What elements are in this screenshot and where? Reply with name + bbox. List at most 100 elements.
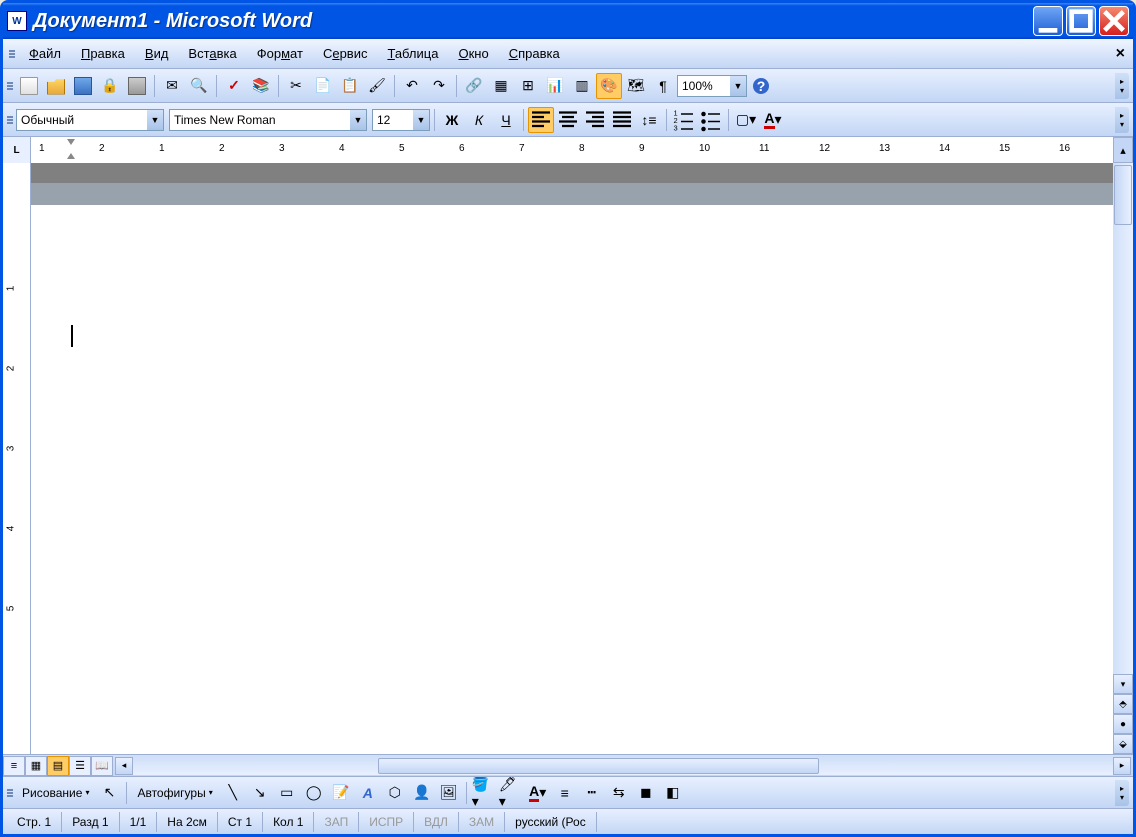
bold-button[interactable]: Ж	[439, 107, 465, 133]
scroll-left-button[interactable]: ◂	[115, 757, 133, 775]
toolbar-overflow-button[interactable]: ▸▾	[1115, 780, 1129, 806]
save-button[interactable]	[70, 73, 96, 99]
drawing-toggle-button[interactable]: 🎨	[596, 73, 622, 99]
previous-page-button[interactable]: ⬘	[1113, 694, 1133, 714]
status-ovr[interactable]: ЗАМ	[459, 812, 505, 832]
menu-tools[interactable]: Сервис	[313, 43, 378, 64]
insert-table-button[interactable]: ⊞	[515, 73, 541, 99]
scroll-down-button[interactable]: ▾	[1113, 674, 1133, 694]
print-layout-view-button[interactable]: ▤	[47, 756, 69, 776]
vscroll-thumb[interactable]	[1114, 165, 1132, 225]
clipart-button[interactable]: 👤	[409, 780, 435, 806]
toolbar-overflow-button[interactable]: ▸▾	[1115, 107, 1129, 133]
status-ext[interactable]: ВДЛ	[414, 812, 459, 832]
status-page[interactable]: Стр. 1	[7, 812, 62, 832]
zoom-input[interactable]	[678, 76, 730, 96]
underline-button[interactable]: Ч	[493, 107, 519, 133]
toolbar-overflow-button[interactable]: ▸▾	[1115, 73, 1129, 99]
arrow-style-button[interactable]: ⇆	[606, 780, 632, 806]
redo-button[interactable]: ↷	[426, 73, 452, 99]
fontsize-dropdown[interactable]: ▼	[372, 109, 430, 131]
copy-button[interactable]: 📄	[310, 73, 336, 99]
permission-button[interactable]: 🔒	[97, 73, 123, 99]
vscroll-track[interactable]	[1113, 227, 1133, 674]
menu-edit[interactable]: Правка	[71, 43, 135, 64]
chevron-down-icon[interactable]: ▼	[147, 110, 163, 130]
document-page[interactable]	[31, 183, 1113, 754]
menu-table[interactable]: Таблица	[377, 43, 448, 64]
print-button[interactable]	[124, 73, 150, 99]
outline-view-button[interactable]: ☰	[69, 756, 91, 776]
scroll-up-button[interactable]: ▴	[1113, 137, 1133, 163]
cut-button[interactable]: ✂	[283, 73, 309, 99]
normal-view-button[interactable]: ≡	[3, 756, 25, 776]
fontsize-input[interactable]	[373, 110, 413, 130]
line-tool-button[interactable]: ╲	[220, 780, 246, 806]
close-button[interactable]	[1099, 6, 1129, 36]
menu-view[interactable]: Вид	[135, 43, 179, 64]
titlebar[interactable]: W Документ1 - Microsoft Word	[3, 3, 1133, 39]
font-dropdown[interactable]: ▼	[169, 109, 367, 131]
paste-button[interactable]: 📋	[337, 73, 363, 99]
align-right-button[interactable]	[582, 107, 608, 133]
align-center-button[interactable]	[555, 107, 581, 133]
insert-excel-button[interactable]: 📊	[542, 73, 568, 99]
align-left-button[interactable]	[528, 107, 554, 133]
insert-picture-button[interactable]: 🖼	[436, 780, 462, 806]
dash-style-button[interactable]: ┅	[579, 780, 605, 806]
oval-tool-button[interactable]: ◯	[301, 780, 327, 806]
font-color-button[interactable]: A▾	[760, 107, 786, 133]
menu-format[interactable]: Формат	[247, 43, 313, 64]
next-page-button[interactable]: ⬙	[1113, 734, 1133, 754]
spellcheck-button[interactable]: ✓	[221, 73, 247, 99]
draw-menu-button[interactable]: Рисование▾	[16, 780, 95, 806]
doc-close-button[interactable]: ×	[1116, 45, 1125, 63]
select-browse-object-button[interactable]: ●	[1113, 714, 1133, 734]
open-button[interactable]	[43, 73, 69, 99]
hyperlink-button[interactable]: 🔗	[461, 73, 487, 99]
new-doc-button[interactable]	[16, 73, 42, 99]
email-button[interactable]: ✉	[159, 73, 185, 99]
wordart-button[interactable]: A	[355, 780, 381, 806]
line-style-button[interactable]: ≡	[552, 780, 578, 806]
diagram-button[interactable]: ⬡	[382, 780, 408, 806]
ruler-horizontal[interactable]: 121234567891011121314151617	[31, 137, 1113, 163]
italic-button[interactable]: К	[466, 107, 492, 133]
menu-help[interactable]: Справка	[499, 43, 570, 64]
research-button[interactable]: 📚	[248, 73, 274, 99]
maximize-button[interactable]	[1066, 6, 1096, 36]
show-formatting-button[interactable]: ¶	[650, 73, 676, 99]
tab-selector-button[interactable]: L	[3, 137, 31, 163]
document-viewport[interactable]	[31, 163, 1113, 754]
menu-file[interactable]: Файл	[19, 43, 71, 64]
toolbar-grip-icon[interactable]	[7, 74, 13, 98]
outside-border-button[interactable]: ▢▾	[733, 107, 759, 133]
textbox-button[interactable]: 📝	[328, 780, 354, 806]
web-layout-view-button[interactable]: ▦	[25, 756, 47, 776]
reading-layout-view-button[interactable]: 📖	[91, 756, 113, 776]
menubar-grip-icon[interactable]	[9, 44, 15, 64]
status-language[interactable]: русский (Рос	[505, 812, 597, 832]
fill-color-button[interactable]: 🪣▾	[471, 780, 497, 806]
status-trk[interactable]: ИСПР	[359, 812, 414, 832]
rectangle-tool-button[interactable]: ▭	[274, 780, 300, 806]
numbered-list-button[interactable]: 123	[671, 107, 697, 133]
undo-button[interactable]: ↶	[399, 73, 425, 99]
select-objects-button[interactable]: ↖	[96, 780, 122, 806]
zoom-dropdown[interactable]: ▼	[677, 75, 747, 97]
scroll-right-button[interactable]: ▸	[1113, 757, 1131, 775]
tables-borders-button[interactable]: ▦	[488, 73, 514, 99]
ruler-vertical[interactable]: 12345	[3, 163, 31, 754]
chevron-down-icon[interactable]: ▼	[730, 76, 746, 96]
style-input[interactable]	[17, 110, 147, 130]
shadow-style-button[interactable]: ◼	[633, 780, 659, 806]
font-input[interactable]	[170, 110, 350, 130]
bullet-list-button[interactable]	[698, 107, 724, 133]
align-justify-button[interactable]	[609, 107, 635, 133]
hscroll-track[interactable]	[133, 757, 1113, 775]
style-dropdown[interactable]: ▼	[16, 109, 164, 131]
chevron-down-icon[interactable]: ▼	[350, 110, 366, 130]
menu-window[interactable]: Окно	[448, 43, 498, 64]
toolbar-grip-icon[interactable]	[7, 108, 13, 132]
help-button[interactable]: ?	[748, 73, 774, 99]
